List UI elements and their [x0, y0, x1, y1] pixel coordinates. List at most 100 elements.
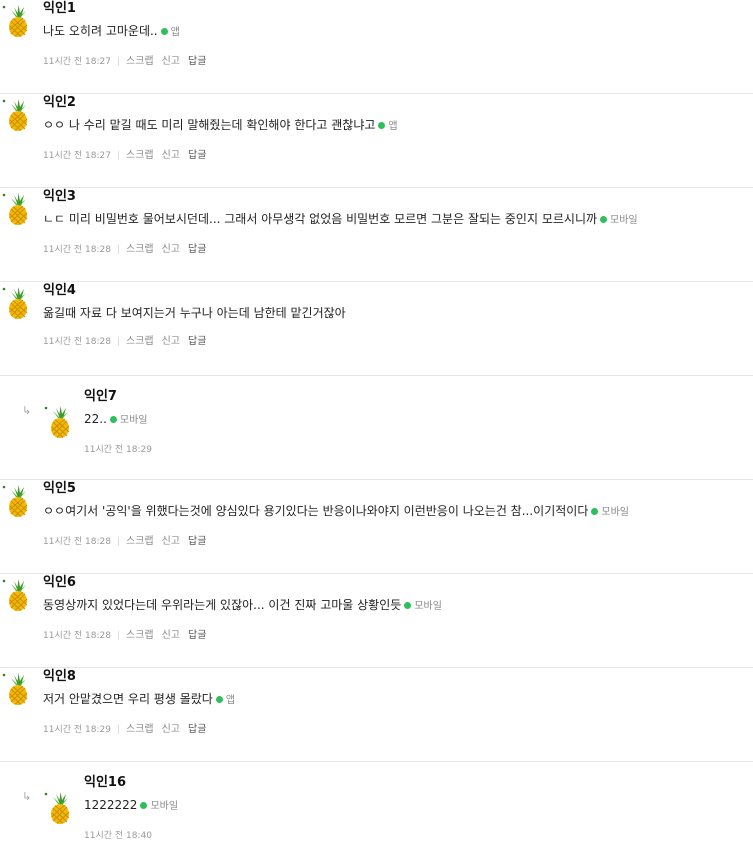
comment: 익인5 ㅇㅇ여기서 '공익'을 위했다는것에 양심있다 용기있다는 반응이나와야지…	[0, 482, 753, 574]
device-dot-icon	[591, 508, 599, 515]
reply-comment: ↳ 익인16 1222222 모바일 11시간 전 18:40	[0, 776, 753, 866]
reply-button[interactable]: 답글	[188, 630, 206, 641]
timestamp: 11시간 전 18:28	[43, 337, 111, 347]
pineapple-icon	[2, 98, 34, 132]
author-name: 익인16	[84, 775, 127, 790]
comment-body: 1222222 모바일	[84, 798, 753, 814]
report-button[interactable]: 신고	[162, 724, 180, 735]
comment-body: 동영상까지 있었다는데 우위라는게 있잖아... 이건 진짜 고마울 상황인듯 모…	[43, 598, 753, 614]
comment-list: 익인1 나도 오히려 고마운데.. 앱 11시간 전 18:27 | 스크랩 신고 답글 익인…	[0, 2, 753, 866]
timestamp: 11시간 전 18:29	[84, 445, 152, 455]
meta-divider: |	[116, 537, 120, 547]
comment: 익인2 ㅇㅇ 나 수리 맡길 때도 미리 말해줬는데 확인해야 한다고 괜찮냐고 앱…	[0, 96, 753, 188]
pineapple-icon	[44, 405, 76, 439]
timestamp: 11시간 전 18:28	[43, 537, 111, 547]
scrap-button[interactable]: 스크랩	[126, 630, 154, 641]
pineapple-icon	[2, 672, 34, 706]
comment-text: ㅇㅇ 나 수리 맡길 때도 미리 말해줬는데 확인해야 한다고 괜찮냐고	[43, 118, 376, 132]
device-dot-icon	[160, 28, 168, 35]
scrap-button[interactable]: 스크랩	[126, 536, 154, 547]
author-name: 익인3	[43, 189, 76, 204]
device-label: 앱	[225, 695, 236, 706]
scrap-button[interactable]: 스크랩	[126, 244, 154, 255]
comment-meta: 11시간 전 18:29	[84, 444, 753, 456]
report-button[interactable]: 신고	[162, 56, 180, 67]
comment-body: 저거 안맡겼으면 우리 평생 몰랐다 앱	[43, 692, 753, 708]
device-label: 앱	[388, 121, 398, 132]
meta-divider: |	[116, 151, 120, 161]
author-name: 익인5	[43, 481, 76, 496]
meta-divider: |	[116, 57, 120, 67]
reply-arrow-icon: ↳	[22, 790, 32, 803]
device-label: 모바일	[119, 415, 148, 426]
device-dot-icon	[140, 802, 148, 809]
device-badge: 모바일	[404, 600, 442, 614]
device-badge: 앱	[160, 26, 180, 40]
reply-button[interactable]: 답글	[188, 56, 206, 67]
report-button[interactable]: 신고	[162, 536, 180, 547]
timestamp: 11시간 전 18:28	[43, 245, 111, 255]
meta-divider: |	[116, 631, 120, 641]
report-button[interactable]: 신고	[162, 244, 180, 255]
reply-arrow-icon: ↳	[22, 404, 32, 417]
scrap-button[interactable]: 스크랩	[126, 724, 154, 735]
comment-body: 나도 오히려 고마운데.. 앱	[43, 24, 753, 40]
device-dot-icon	[404, 602, 412, 609]
device-dot-icon	[109, 416, 117, 423]
author-name: 익인4	[43, 283, 76, 298]
comment-body: 옮길때 자료 다 보여지는거 누구나 아는데 남한테 맡긴거잖아	[43, 306, 753, 320]
pineapple-icon	[2, 192, 34, 226]
reply-button[interactable]: 답글	[188, 536, 206, 547]
comment-meta: 11시간 전 18:28 | 스크랩 신고 답글	[43, 630, 753, 642]
comment: 익인4 옮길때 자료 다 보여지는거 누구나 아는데 남한테 맡긴거잖아 11시간 …	[0, 284, 753, 376]
comment-meta: 11시간 전 18:40	[84, 830, 753, 842]
comment-meta: 11시간 전 18:28 | 스크랩 신고 답글	[43, 244, 753, 256]
comment-meta: 11시간 전 18:27 | 스크랩 신고 답글	[43, 56, 753, 68]
timestamp: 11시간 전 18:29	[43, 725, 111, 735]
comment-body: ㄴㄷ 미리 비밀번호 물어보시던데... 그래서 아무생각 없었음 비밀번호 모…	[43, 212, 753, 228]
pineapple-icon	[44, 791, 76, 825]
device-badge: 모바일	[109, 414, 148, 428]
timestamp: 11시간 전 18:28	[43, 631, 111, 641]
comment-text: ㅇㅇ여기서 '공익'을 위했다는것에 양심있다 용기있다는 반응이나와야지 이런…	[43, 504, 589, 518]
device-label: 모바일	[610, 215, 638, 226]
timestamp: 11시간 전 18:40	[84, 831, 152, 841]
device-badge: 앱	[378, 120, 398, 134]
pineapple-icon	[2, 286, 34, 320]
device-badge: 모바일	[600, 214, 638, 228]
device-label: 모바일	[414, 601, 442, 612]
device-label: 모바일	[601, 507, 629, 518]
comment-text: 1222222	[84, 798, 138, 812]
comment-text: 동영상까지 있었다는데 우위라는게 있잖아... 이건 진짜 고마울 상황인듯	[43, 598, 402, 612]
comment: 익인6 동영상까지 있었다는데 우위라는게 있잖아... 이건 진짜 고마울 상황…	[0, 576, 753, 668]
device-badge: 모바일	[591, 506, 629, 520]
author-name: 익인2	[43, 95, 76, 110]
scrap-button[interactable]: 스크랩	[126, 336, 154, 347]
reply-button[interactable]: 답글	[188, 244, 206, 255]
report-button[interactable]: 신고	[162, 150, 180, 161]
report-button[interactable]: 신고	[162, 630, 180, 641]
scrap-button[interactable]: 스크랩	[126, 150, 154, 161]
device-dot-icon	[600, 216, 608, 223]
comment-text: ㄴㄷ 미리 비밀번호 물어보시던데... 그래서 아무생각 없었음 비밀번호 모…	[43, 212, 598, 226]
reply-button[interactable]: 답글	[188, 724, 206, 735]
comment: 익인8 저거 안맡겼으면 우리 평생 몰랐다 앱 11시간 전 18:29 | 스크랩 신고…	[0, 670, 753, 762]
author-name: 익인6	[43, 575, 76, 590]
scrap-button[interactable]: 스크랩	[126, 56, 154, 67]
comment-meta: 11시간 전 18:28 | 스크랩 신고 답글	[43, 536, 753, 548]
comment-meta: 11시간 전 18:28 | 스크랩 신고 답글	[43, 336, 753, 348]
reply-button[interactable]: 답글	[188, 150, 206, 161]
report-button[interactable]: 신고	[162, 336, 180, 347]
comment-body: ㅇㅇ 나 수리 맡길 때도 미리 말해줬는데 확인해야 한다고 괜찮냐고 앱	[43, 118, 753, 134]
device-badge: 모바일	[140, 800, 178, 814]
comment-text: 옮길때 자료 다 보여지는거 누구나 아는데 남한테 맡긴거잖아	[43, 306, 346, 320]
pineapple-icon	[2, 4, 34, 38]
pineapple-icon	[2, 484, 34, 518]
timestamp: 11시간 전 18:27	[43, 151, 111, 161]
comment-body: ㅇㅇ여기서 '공익'을 위했다는것에 양심있다 용기있다는 반응이나와야지 이런…	[43, 504, 753, 520]
device-dot-icon	[378, 122, 386, 129]
device-label: 모바일	[150, 801, 179, 812]
device-badge: 앱	[215, 694, 236, 708]
reply-button[interactable]: 답글	[188, 336, 206, 347]
comment-meta: 11시간 전 18:29 | 스크랩 신고 답글	[43, 724, 753, 736]
